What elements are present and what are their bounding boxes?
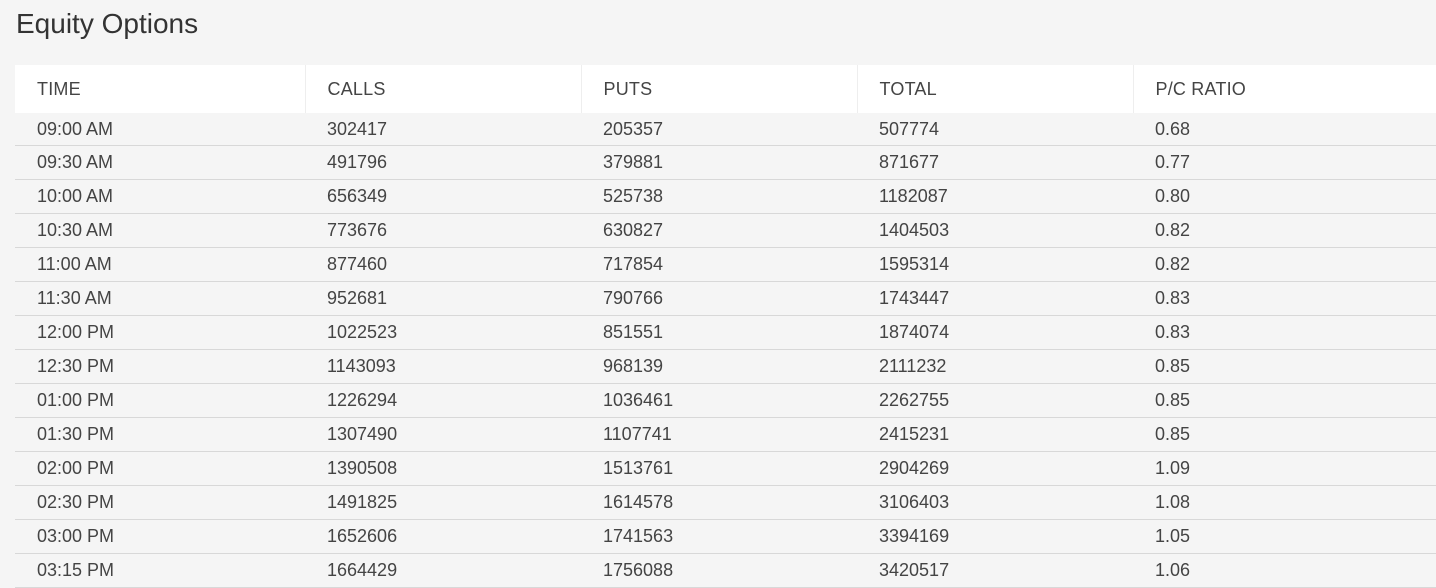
time-cell: 02:30 PM — [15, 485, 305, 520]
equity-options-table: TIME CALLS PUTS TOTAL P/C RATIO 09:00 AM… — [15, 65, 1436, 588]
time-cell: 10:30 AM — [15, 213, 305, 248]
table-header: TIME CALLS PUTS TOTAL P/C RATIO — [15, 65, 1436, 113]
pc-ratio-cell: 0.82 — [1133, 213, 1436, 248]
puts-cell: 1741563 — [581, 519, 857, 554]
pc-ratio-cell: 0.85 — [1133, 383, 1436, 418]
total-cell: 1595314 — [857, 247, 1133, 282]
calls-cell: 1143093 — [305, 349, 581, 384]
pc-ratio-cell: 0.83 — [1133, 315, 1436, 350]
pc-ratio-cell: 0.68 — [1133, 113, 1436, 146]
puts-cell: 1107741 — [581, 417, 857, 452]
puts-cell: 717854 — [581, 247, 857, 282]
puts-cell: 1756088 — [581, 553, 857, 588]
time-cell: 12:00 PM — [15, 315, 305, 350]
pc-ratio-cell: 0.83 — [1133, 281, 1436, 316]
pc-ratio-cell: 0.85 — [1133, 349, 1436, 384]
puts-cell: 790766 — [581, 281, 857, 316]
total-cell: 871677 — [857, 145, 1133, 180]
time-cell: 09:30 AM — [15, 145, 305, 180]
total-cell: 3106403 — [857, 485, 1133, 520]
total-cell: 1743447 — [857, 281, 1133, 316]
table-row: 09:30 AM 491796 379881 871677 0.77 — [15, 145, 1436, 180]
pc-ratio-cell: 0.82 — [1133, 247, 1436, 282]
table-row: 12:30 PM 1143093 968139 2111232 0.85 — [15, 349, 1436, 384]
column-header-calls: CALLS — [305, 65, 582, 113]
time-cell: 12:30 PM — [15, 349, 305, 384]
table-row: 11:00 AM 877460 717854 1595314 0.82 — [15, 247, 1436, 282]
page-title: Equity Options — [16, 8, 199, 39]
puts-cell: 379881 — [581, 145, 857, 180]
time-cell: 11:30 AM — [15, 281, 305, 316]
pc-ratio-cell: 0.85 — [1133, 417, 1436, 452]
table-row: 11:30 AM 952681 790766 1743447 0.83 — [15, 281, 1436, 316]
table-row: 10:30 AM 773676 630827 1404503 0.82 — [15, 213, 1436, 248]
table-row: 02:00 PM 1390508 1513761 2904269 1.09 — [15, 451, 1436, 486]
table-row: 03:00 PM 1652606 1741563 3394169 1.05 — [15, 519, 1436, 554]
total-cell: 3394169 — [857, 519, 1133, 554]
table-header-row: TIME CALLS PUTS TOTAL P/C RATIO — [15, 65, 1436, 113]
calls-cell: 302417 — [305, 113, 581, 146]
time-cell: 02:00 PM — [15, 451, 305, 486]
calls-cell: 1307490 — [305, 417, 581, 452]
table-row: 01:30 PM 1307490 1107741 2415231 0.85 — [15, 417, 1436, 452]
time-cell: 01:30 PM — [15, 417, 305, 452]
calls-cell: 1652606 — [305, 519, 581, 554]
puts-cell: 968139 — [581, 349, 857, 384]
total-cell: 1182087 — [857, 179, 1133, 214]
calls-cell: 1390508 — [305, 451, 581, 486]
total-cell: 1874074 — [857, 315, 1133, 350]
pc-ratio-cell: 1.09 — [1133, 451, 1436, 486]
table-row: 09:00 AM 302417 205357 507774 0.68 — [15, 113, 1436, 146]
total-cell: 3420517 — [857, 553, 1133, 588]
time-cell: 10:00 AM — [15, 179, 305, 214]
pc-ratio-cell: 0.77 — [1133, 145, 1436, 180]
table-row: 10:00 AM 656349 525738 1182087 0.80 — [15, 179, 1436, 214]
column-header-time: TIME — [15, 65, 306, 113]
pc-ratio-cell: 0.80 — [1133, 179, 1436, 214]
total-cell: 1404503 — [857, 213, 1133, 248]
table-row: 01:00 PM 1226294 1036461 2262755 0.85 — [15, 383, 1436, 418]
total-cell: 2904269 — [857, 451, 1133, 486]
puts-cell: 525738 — [581, 179, 857, 214]
calls-cell: 656349 — [305, 179, 581, 214]
time-cell: 01:00 PM — [15, 383, 305, 418]
total-cell: 2111232 — [857, 349, 1133, 384]
time-cell: 11:00 AM — [15, 247, 305, 282]
time-cell: 09:00 AM — [15, 113, 305, 146]
table-row: 02:30 PM 1491825 1614578 3106403 1.08 — [15, 485, 1436, 520]
calls-cell: 1226294 — [305, 383, 581, 418]
puts-cell: 630827 — [581, 213, 857, 248]
calls-cell: 952681 — [305, 281, 581, 316]
time-cell: 03:15 PM — [15, 553, 305, 588]
column-header-total: TOTAL — [857, 65, 1134, 113]
table-row: 03:15 PM 1664429 1756088 3420517 1.06 — [15, 553, 1436, 588]
total-cell: 507774 — [857, 113, 1133, 146]
calls-cell: 773676 — [305, 213, 581, 248]
time-cell: 03:00 PM — [15, 519, 305, 554]
table-row: 12:00 PM 1022523 851551 1874074 0.83 — [15, 315, 1436, 350]
pc-ratio-cell: 1.06 — [1133, 553, 1436, 588]
pc-ratio-cell: 1.08 — [1133, 485, 1436, 520]
column-header-pc-ratio: P/C RATIO — [1133, 65, 1436, 113]
calls-cell: 1664429 — [305, 553, 581, 588]
table-body: 09:00 AM 302417 205357 507774 0.68 09:30 AM 49… — [15, 113, 1436, 588]
puts-cell: 1036461 — [581, 383, 857, 418]
calls-cell: 1491825 — [305, 485, 581, 520]
puts-cell: 851551 — [581, 315, 857, 350]
total-cell: 2415231 — [857, 417, 1133, 452]
calls-cell: 1022523 — [305, 315, 581, 350]
puts-cell: 1614578 — [581, 485, 857, 520]
calls-cell: 877460 — [305, 247, 581, 282]
calls-cell: 491796 — [305, 145, 581, 180]
puts-cell: 205357 — [581, 113, 857, 146]
column-header-puts: PUTS — [581, 65, 858, 113]
total-cell: 2262755 — [857, 383, 1133, 418]
pc-ratio-cell: 1.05 — [1133, 519, 1436, 554]
equity-options-table-container: TIME CALLS PUTS TOTAL P/C RATIO 09:00 AM… — [15, 65, 1436, 588]
puts-cell: 1513761 — [581, 451, 857, 486]
